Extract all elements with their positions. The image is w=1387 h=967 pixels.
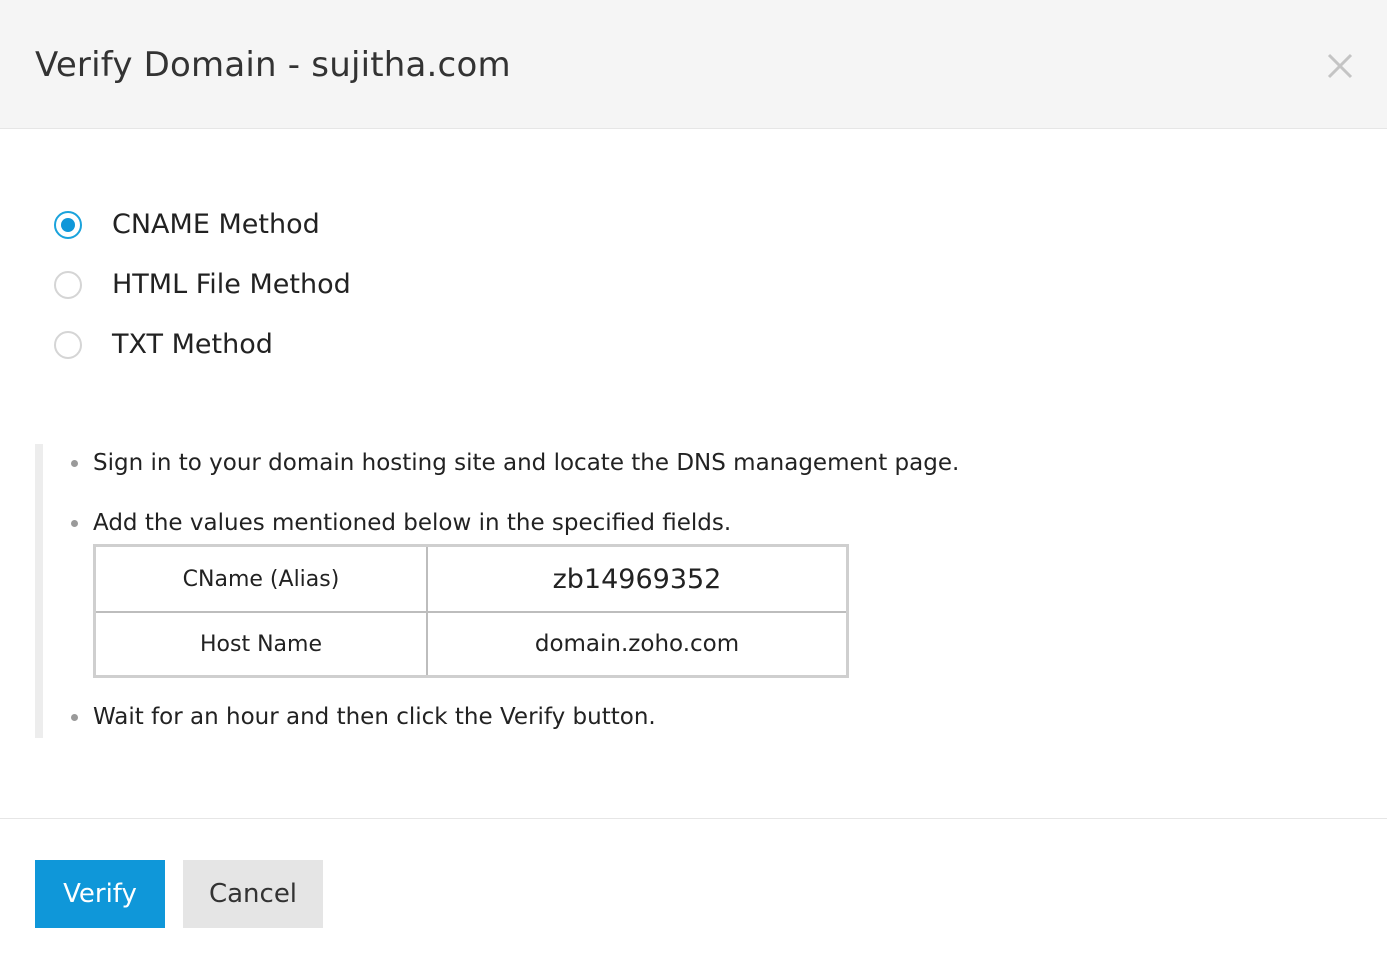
- instruction-text-3: Wait for an hour and then click the Veri…: [93, 704, 656, 730]
- cancel-button[interactable]: Cancel: [183, 860, 323, 928]
- close-button[interactable]: [1322, 48, 1358, 84]
- host-name-value: domain.zoho.com: [426, 611, 849, 678]
- dialog-title: Verify Domain - sujitha.com: [35, 45, 511, 85]
- radio-html-file-method[interactable]: [54, 271, 82, 299]
- bullet-icon: [71, 459, 78, 467]
- method-label-html-file: HTML File Method: [112, 269, 351, 300]
- method-option-cname[interactable]: CNAME Method: [54, 195, 351, 255]
- host-name-label: Host Name: [93, 611, 428, 678]
- instruction-text-2: Add the values mentioned below in the sp…: [93, 510, 732, 536]
- footer-divider: [0, 818, 1387, 819]
- verify-button[interactable]: Verify: [35, 860, 165, 928]
- cname-alias-value: zb14969352: [426, 544, 849, 613]
- close-icon: [1327, 53, 1353, 79]
- bullet-icon: [71, 519, 78, 527]
- radio-txt-method[interactable]: [54, 331, 82, 359]
- method-label-cname: CNAME Method: [112, 209, 320, 240]
- bullet-icon: [71, 713, 78, 721]
- method-label-txt: TXT Method: [112, 329, 273, 360]
- dialog-header: Verify Domain - sujitha.com: [0, 0, 1387, 129]
- table-row: CName (Alias) zb14969352: [93, 544, 849, 613]
- verify-domain-dialog: Verify Domain - sujitha.com CNAME Method…: [0, 0, 1387, 967]
- instruction-step-1: Sign in to your domain hosting site and …: [71, 447, 959, 479]
- radio-cname-method[interactable]: [54, 211, 82, 239]
- cname-alias-label: CName (Alias): [93, 544, 428, 613]
- table-row: Host Name domain.zoho.com: [93, 611, 849, 678]
- dns-records-table: CName (Alias) zb14969352 Host Name domai…: [93, 544, 849, 678]
- instruction-text-1: Sign in to your domain hosting site and …: [93, 450, 960, 476]
- method-option-html-file[interactable]: HTML File Method: [54, 255, 351, 315]
- instruction-step-3: Wait for an hour and then click the Veri…: [71, 701, 656, 733]
- verification-method-group: CNAME Method HTML File Method TXT Method: [54, 195, 351, 375]
- instruction-step-2: Add the values mentioned below in the sp…: [71, 507, 731, 539]
- method-option-txt[interactable]: TXT Method: [54, 315, 351, 375]
- instructions-panel: Sign in to your domain hosting site and …: [35, 444, 1135, 738]
